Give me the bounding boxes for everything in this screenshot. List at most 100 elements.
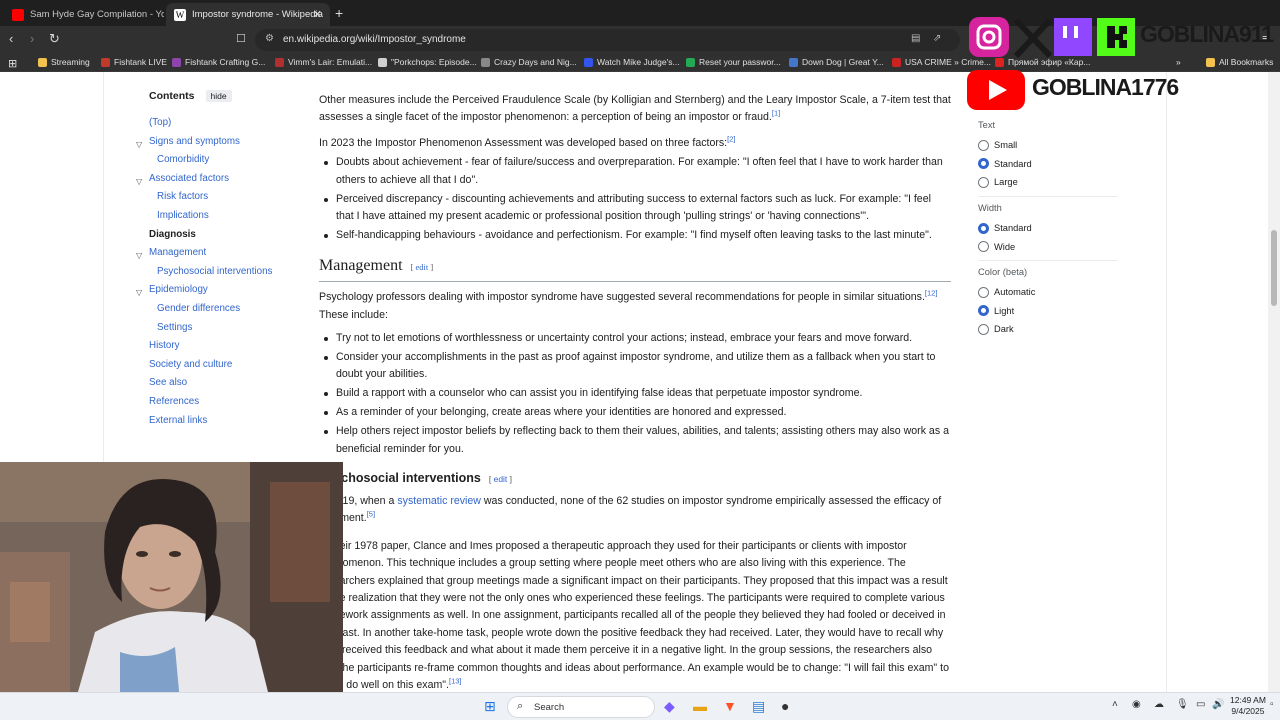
toc-item[interactable]: (Top) [136, 115, 286, 134]
toc-title: Contents [149, 90, 195, 102]
brave-browser-icon[interactable]: ▼ [723, 697, 737, 715]
radio-color-automatic[interactable]: Automatic [978, 283, 1118, 302]
citation-link[interactable]: [13] [449, 676, 462, 685]
bookmark-favicon-icon [789, 57, 798, 67]
edit-section-link[interactable]: [ edit ] [411, 262, 434, 272]
edit-section-link[interactable]: [ edit ] [489, 474, 512, 484]
forward-icon[interactable]: › [30, 31, 34, 47]
volume-icon[interactable]: 🔊 [1212, 699, 1224, 710]
page-scrollbar[interactable] [1268, 72, 1280, 692]
radio-color-light[interactable]: Light [978, 302, 1118, 321]
citation-link[interactable]: [1] [772, 109, 780, 118]
address-bar[interactable]: ⚙ en.wikipedia.org/wiki/Impostor_syndrom… [255, 29, 960, 51]
management-list: Try not to let emotions of worthlessness… [319, 330, 951, 458]
toc-item[interactable]: Society and culture [136, 357, 286, 376]
paragraph: Psychology professors dealing with impos… [319, 288, 938, 321]
radio-width-standard[interactable]: Standard [978, 219, 1118, 238]
radio-color-dark[interactable]: Dark [978, 320, 1118, 339]
file-explorer-icon[interactable]: ▬ [693, 697, 707, 715]
tray-app-icon[interactable]: ◉ [1132, 699, 1141, 710]
copilot-icon[interactable]: ◆ [664, 697, 675, 715]
radio-icon[interactable] [978, 323, 989, 335]
close-tab-icon[interactable]: ✕ [313, 8, 322, 21]
new-tab-icon[interactable]: + [335, 5, 343, 21]
onedrive-icon[interactable]: ☁ [1154, 699, 1164, 710]
toc-item[interactable]: External links [136, 413, 286, 432]
overlay-handle-1: GOBLINA911 [1140, 21, 1274, 47]
toc-item[interactable]: Comorbidity [136, 152, 286, 171]
chevron-down-icon[interactable]: ▽ [136, 137, 142, 153]
list-item: Consider your accomplishments in the pas… [319, 349, 951, 384]
toc-item[interactable]: See also [136, 375, 286, 394]
radio-selected-icon[interactable] [978, 305, 989, 317]
radio-selected-icon[interactable] [978, 158, 989, 170]
toc-item[interactable]: Risk factors [136, 189, 286, 208]
notifications-icon[interactable]: ▫ [1270, 699, 1274, 710]
bookmark-item[interactable]: Fishtank Crafting G... [172, 57, 265, 67]
radio-width-wide[interactable]: Wide [978, 237, 1118, 256]
radio-selected-icon[interactable] [978, 222, 989, 234]
bookmark-item[interactable]: Crazy Days and Nig... [481, 57, 577, 67]
bookmark-page-icon[interactable]: ☐ [236, 31, 246, 47]
citation-link[interactable]: [5] [367, 510, 375, 519]
radio-text-standard[interactable]: Standard [978, 155, 1118, 174]
radio-icon[interactable] [978, 241, 989, 253]
page-border [1166, 72, 1167, 692]
radio-text-small[interactable]: Small [978, 136, 1118, 155]
toc-item-label: References [149, 395, 200, 407]
taskbar-search[interactable]: ⌕ Search [507, 696, 655, 718]
toc-item[interactable]: ▽ Epidemiology [136, 282, 286, 301]
toc-item[interactable]: ▽ Signs and symptoms [136, 134, 286, 153]
bookmark-item[interactable]: Watch Mike Judge's... [584, 57, 680, 67]
toc-item[interactable]: Psychosocial interventions [136, 264, 286, 283]
obs-icon[interactable]: ● [781, 697, 789, 715]
radio-icon[interactable] [978, 139, 989, 151]
appearance-panel: Text Small Standard Large Width Standard… [978, 120, 1118, 339]
toc-item[interactable]: ▽ Associated factors [136, 171, 286, 190]
notepad-icon[interactable]: ▤ [752, 697, 765, 715]
toc-item-label: External links [149, 414, 208, 426]
paragraph: In their 1978 paper, Clance and Imes pro… [319, 539, 949, 691]
url-text[interactable]: en.wikipedia.org/wiki/Impostor_syndrome [283, 34, 466, 45]
bookmark-item[interactable]: Reset your passwor... [686, 57, 781, 67]
toc-item[interactable]: Gender differences [136, 301, 286, 320]
radio-text-large[interactable]: Large [978, 173, 1118, 192]
show-hidden-icons[interactable]: ˄ [1112, 699, 1118, 710]
reload-icon[interactable]: ↻ [49, 31, 60, 47]
tab-youtube[interactable]: Sam Hyde Gay Compilation - YouTube [4, 3, 164, 26]
toc-item[interactable]: ▽ Management [136, 245, 286, 264]
toc-item-label: Signs and symptoms [149, 135, 240, 147]
bookmark-item[interactable]: Vimm's Lair: Emulati... [275, 57, 372, 67]
toc-header: Contents hide [136, 90, 286, 102]
chevron-down-icon[interactable]: ▽ [136, 285, 142, 301]
bookmark-item[interactable]: Streaming [38, 57, 90, 67]
chevron-down-icon[interactable]: ▽ [136, 248, 142, 264]
clock[interactable]: 12:49 AM 9/4/2025 [1230, 695, 1266, 717]
citation-link[interactable]: [12] [925, 289, 938, 298]
systematic-review-link[interactable]: systematic review [397, 495, 481, 507]
toc-item[interactable]: History [136, 338, 286, 357]
toc-item[interactable]: Implications [136, 208, 286, 227]
start-icon[interactable]: ⊞ [484, 697, 496, 715]
toc-item[interactable]: Settings [136, 320, 286, 339]
radio-icon[interactable] [978, 176, 989, 188]
reader-mode-icon[interactable]: ▤ [911, 33, 920, 44]
microphone-icon[interactable]: 🎙 [1176, 699, 1189, 710]
tab-wikipedia[interactable]: W Impostor syndrome - Wikipedia ✕ [166, 3, 330, 26]
bookmark-item[interactable]: Fishtank LIVE [101, 57, 167, 67]
toc-item[interactable]: References [136, 394, 286, 413]
site-info-icon[interactable]: ⚙ [265, 33, 274, 44]
radio-icon[interactable] [978, 286, 989, 298]
scrollbar-thumb[interactable] [1271, 230, 1277, 306]
chevron-down-icon[interactable]: ▽ [136, 174, 142, 190]
share-icon[interactable]: ⇗ [933, 33, 941, 44]
citation-link[interactable]: [2] [727, 134, 735, 143]
back-icon[interactable]: ‹ [9, 31, 13, 47]
network-icon[interactable]: ▭ [1196, 699, 1205, 710]
toc-item[interactable]: Diagnosis [136, 227, 286, 246]
bookmark-item[interactable]: Down Dog | Great Y... [789, 57, 884, 67]
toc-hide-button[interactable]: hide [205, 90, 232, 102]
apps-grid-icon[interactable]: ⊞ [8, 57, 17, 70]
bookmark-item[interactable]: "Porkchops: Episode... [378, 57, 477, 67]
wikipedia-favicon-icon: W [174, 8, 186, 21]
